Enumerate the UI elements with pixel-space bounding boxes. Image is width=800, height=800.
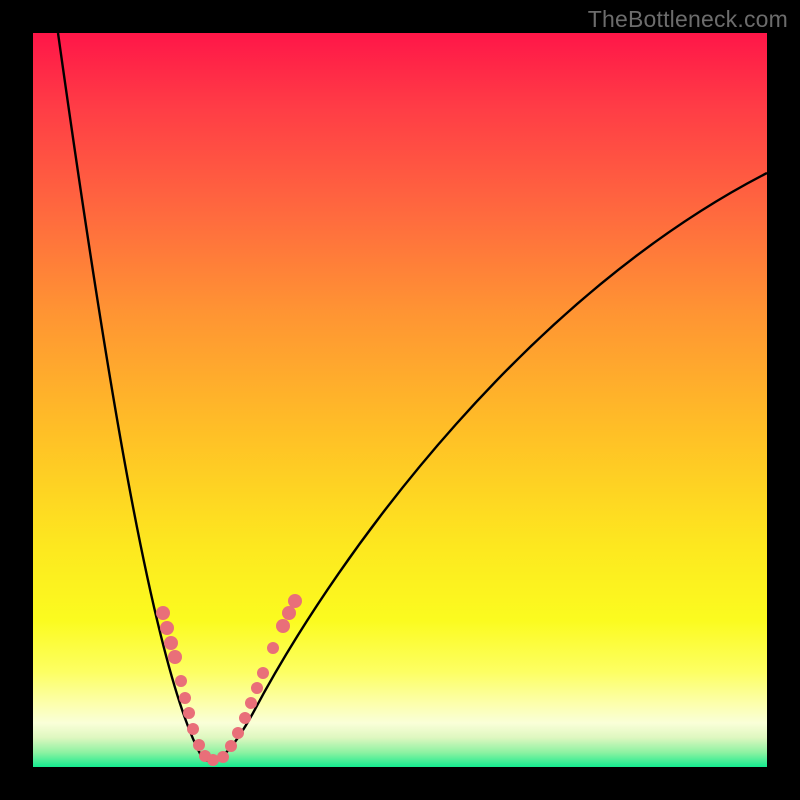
data-point — [193, 739, 205, 751]
data-point — [245, 697, 257, 709]
data-point — [257, 667, 269, 679]
bottleneck-curve — [58, 33, 767, 761]
data-point — [187, 723, 199, 735]
data-point — [175, 675, 187, 687]
data-point — [156, 606, 170, 620]
data-point — [160, 621, 174, 635]
data-point — [282, 606, 296, 620]
data-point — [251, 682, 263, 694]
data-point — [183, 707, 195, 719]
data-point — [232, 727, 244, 739]
data-point — [179, 692, 191, 704]
data-point — [267, 642, 279, 654]
data-point — [217, 751, 229, 763]
data-point — [225, 740, 237, 752]
data-point — [288, 594, 302, 608]
data-point — [164, 636, 178, 650]
watermark-text: TheBottleneck.com — [588, 6, 788, 33]
data-markers — [156, 594, 302, 766]
data-point — [239, 712, 251, 724]
bottleneck-chart — [33, 33, 767, 767]
data-point — [276, 619, 290, 633]
plot-area — [33, 33, 767, 767]
data-point — [168, 650, 182, 664]
